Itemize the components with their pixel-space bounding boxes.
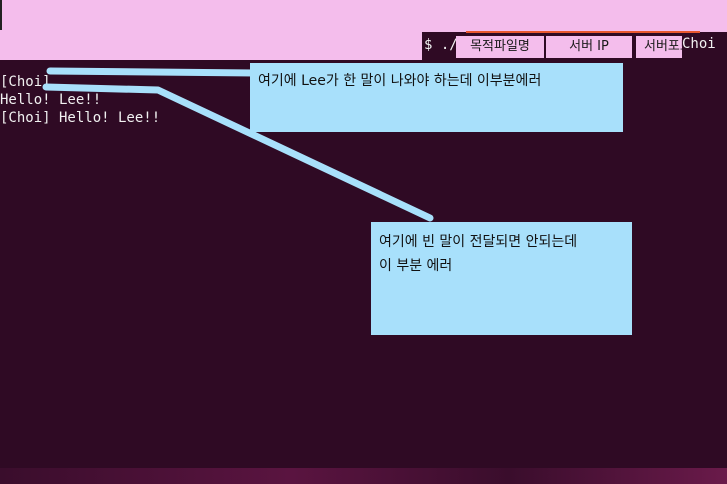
arg-ip-label: 서버 IP [546,36,632,58]
annotation-note-1: 여기에 Lee가 한 말이 나와야 하는데 이부분에러 [250,63,623,132]
command-username: Choi [682,36,716,52]
annotation-note-2-line-2: 이 부분 에러 [379,258,453,274]
terminal-line-2: Hello! Lee!! [0,92,102,108]
command-prefix: $ ./ [424,37,458,53]
annotation-note-2: 여기에 빈 말이 전달되면 안되는데 이 부분 에러 [371,222,632,335]
annotation-note-2-line-1: 여기에 빈 말이 전달되면 안되는데 [379,234,578,250]
arg-port-label: 서버포트 [636,36,682,58]
desktop-bottom-strip [0,468,727,484]
terminal-line-3: [Choi] Hello! Lee!! [0,110,161,126]
arrow-to-note1 [46,67,259,77]
terminal-line-1: [Choi] [0,74,51,90]
orange-accent-line [466,31,700,33]
annotation-note-1-text: 여기에 Lee가 한 말이 나와야 하는데 이부분에러 [258,73,542,89]
window-edge-mark [0,0,2,30]
arg-file-label: 목적파일명 [456,36,544,58]
